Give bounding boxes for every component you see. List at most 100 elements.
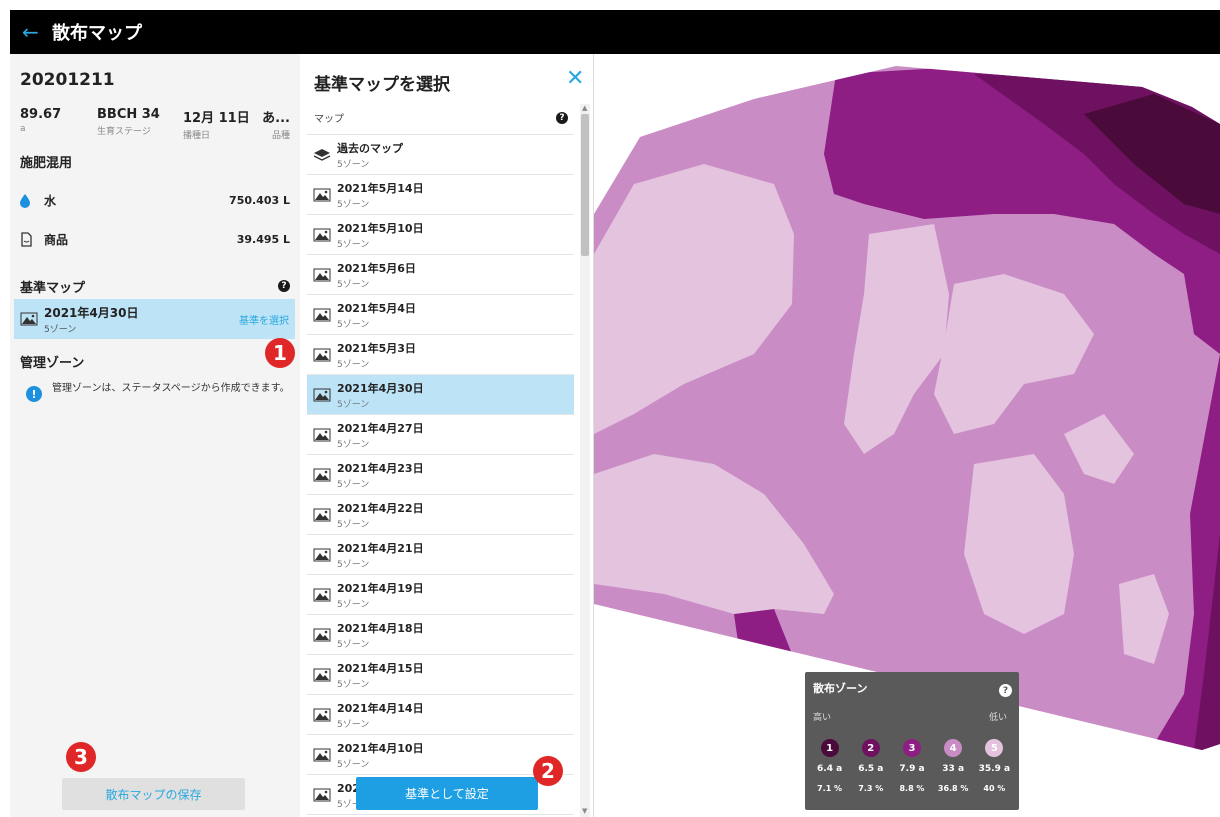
legend-zone: 3 7.9 a 8.8 % (892, 739, 932, 793)
raster-map-icon (313, 628, 331, 641)
stat-label: 品種 (271, 131, 290, 141)
map-zones: 5ゾーン (337, 279, 370, 290)
scroll-up-arrow-icon[interactable]: ▲ (582, 104, 587, 112)
back-arrow-icon[interactable]: ← (22, 20, 52, 44)
zone-area: 33 a (942, 764, 965, 774)
map-list-item[interactable]: 2021年4月21日 5ゾーン (307, 535, 574, 575)
legend-low-label: 低い (989, 713, 1008, 723)
scrollbar[interactable]: ▲ ▼ (580, 104, 590, 817)
stat-variety: あ... 品種 (262, 107, 290, 141)
map-date: 2021年4月18日 (337, 621, 424, 635)
map-list-item[interactable]: 2021年4月18日 5ゾーン (307, 615, 574, 655)
stat-value: 12月 11日 (183, 111, 250, 126)
stat-value: 89.67 (20, 107, 62, 122)
stat-value: BBCH 34 (97, 107, 160, 122)
legend-zone: 5 35.9 a 40 % (974, 739, 1014, 793)
map-list-item[interactable]: 過去のマップ 5ゾーン (307, 135, 574, 175)
annotation-badge-1: 1 (265, 338, 295, 368)
map-date: 2021年5月4日 (337, 301, 416, 315)
field-details-panel: 20201211 89.67 a BBCH 34 生育ステージ 12月 11日 … (10, 54, 300, 817)
choose-base-link[interactable]: 基準を選択 (239, 312, 289, 327)
map-zones: 5ゾーン (337, 319, 370, 330)
map-list[interactable]: 過去のマップ 5ゾーン 2021年5月14日 5ゾーン 2021年5月10日 5ゾーン 20… (307, 134, 574, 817)
map-list-item[interactable]: 2021年4月27日 5ゾーン (307, 415, 574, 455)
close-icon[interactable]: ✕ (566, 66, 584, 91)
map-zones: 5ゾーン (337, 359, 370, 370)
stat-sowing-date: 12月 11日 播種日 (183, 107, 265, 141)
stat-label: 播種日 (183, 131, 211, 141)
zone-percent: 7.1 % (817, 784, 843, 793)
map-zones: 5ゾーン (337, 399, 370, 410)
fertilizer-heading: 施肥混用 (20, 156, 73, 171)
water-drop-icon (20, 193, 44, 208)
raster-map-icon (313, 268, 331, 281)
map-list-item[interactable]: 2021年5月14日 5ゾーン (307, 175, 574, 215)
map-list-item[interactable]: 2021年5月6日 5ゾーン (307, 255, 574, 295)
selected-base-map[interactable]: 2021年4月30日 5ゾーン 基準を選択 (14, 299, 295, 339)
map-list-item[interactable]: 2021年5月10日 5ゾーン (307, 215, 574, 255)
map-list-item[interactable]: 2021年4月30日 5ゾーン (307, 375, 574, 415)
zone-number-badge: 2 (861, 739, 880, 757)
fertilizer-name: 商品 (44, 233, 69, 247)
scroll-thumb[interactable] (581, 114, 589, 256)
list-label: マップ (314, 114, 344, 125)
zone-number-badge: 3 (902, 739, 921, 757)
raster-map-icon (313, 428, 331, 441)
map-list-item[interactable]: 2021年4月15日 5ゾーン (307, 655, 574, 695)
help-icon[interactable]: ? (278, 280, 290, 292)
zone-number-badge: 1 (820, 739, 839, 757)
map-list-item[interactable]: 2021年5月3日 5ゾーン (307, 335, 574, 375)
zone-area: 35.9 a (978, 764, 1011, 774)
zone-area: 7.9 a (899, 764, 925, 774)
map-date: 2021年5月14日 (337, 181, 424, 195)
set-as-base-button[interactable]: 基準として設定 (356, 777, 538, 810)
raster-map-icon (313, 708, 331, 721)
save-spread-map-button[interactable]: 散布マップの保存 (62, 778, 245, 810)
map-zones: 5ゾーン (337, 439, 370, 450)
page-title: 散布マップ (52, 23, 142, 44)
raster-map-icon (313, 748, 331, 761)
management-zone-info: ! 管理ゾーンは、ステータスページから作成できます。 (26, 382, 291, 402)
map-date: 2021年4月10日 (337, 741, 424, 755)
map-date: 2021年4月23日 (337, 461, 424, 475)
map-date: 過去のマップ (337, 141, 403, 155)
map-date: 2021年4月14日 (337, 701, 424, 715)
map-list-item[interactable]: 2021年4月19日 5ゾーン (307, 575, 574, 615)
map-list-item[interactable]: 2021年4月23日 5ゾーン (307, 455, 574, 495)
help-icon[interactable]: ? (999, 684, 1012, 697)
base-map-heading: 基準マップ (20, 281, 86, 296)
layers-icon (313, 148, 331, 161)
selected-map-date: 2021年4月30日 (44, 305, 139, 320)
info-text: 管理ゾーンは、ステータスページから作成できます。 (52, 383, 290, 394)
map-list-item[interactable]: 2021年5月4日 5ゾーン (307, 295, 574, 335)
map-date: 2021年4月21日 (337, 541, 424, 555)
selected-map-zones: 5ゾーン (44, 324, 77, 335)
fertilizer-amount: 750.403 L (229, 194, 290, 207)
product-canister-icon (20, 232, 44, 247)
raster-map-icon (313, 788, 331, 801)
map-zones: 5ゾーン (337, 239, 370, 250)
map-date: 2021年5月3日 (337, 341, 416, 355)
stat-area: 89.67 a (20, 107, 97, 141)
zone-number-badge: 5 (985, 739, 1004, 757)
map-list-item[interactable]: 2021年4月14日 5ゾーン (307, 695, 574, 735)
stat-value: あ... (262, 111, 290, 126)
zone-percent: 8.8 % (899, 784, 925, 793)
raster-map-icon (20, 312, 38, 326)
raster-map-icon (313, 508, 331, 521)
zone-area: 6.4 a (817, 764, 843, 774)
fertilizer-amount: 39.495 L (236, 233, 290, 246)
raster-map-icon (313, 188, 331, 201)
zone-percent: 40 % (983, 784, 1006, 793)
scroll-down-arrow-icon[interactable]: ▼ (582, 807, 587, 815)
zone-percent: 36.8 % (937, 784, 969, 793)
help-icon[interactable]: ? (556, 111, 568, 124)
raster-map-icon (313, 668, 331, 681)
map-list-item[interactable]: 2021年4月22日 5ゾーン (307, 495, 574, 535)
fertilizer-name: 水 (44, 194, 57, 208)
map-zones: 5ゾーン (337, 199, 370, 210)
spread-zone-legend: 散布ゾーン ? 高い 低い 1 6.4 a 7.1 % 2 6.5 a 7.3 % 3 7.9… (805, 672, 1019, 810)
raster-map-icon (313, 228, 331, 241)
map-zones: 5ゾーン (337, 719, 370, 730)
raster-map-icon (313, 548, 331, 561)
